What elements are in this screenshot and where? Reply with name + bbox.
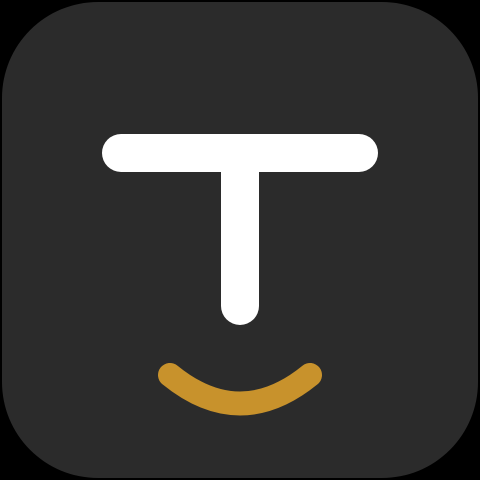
app-icon[interactable] — [0, 0, 480, 480]
icon-canvas — [0, 0, 480, 480]
